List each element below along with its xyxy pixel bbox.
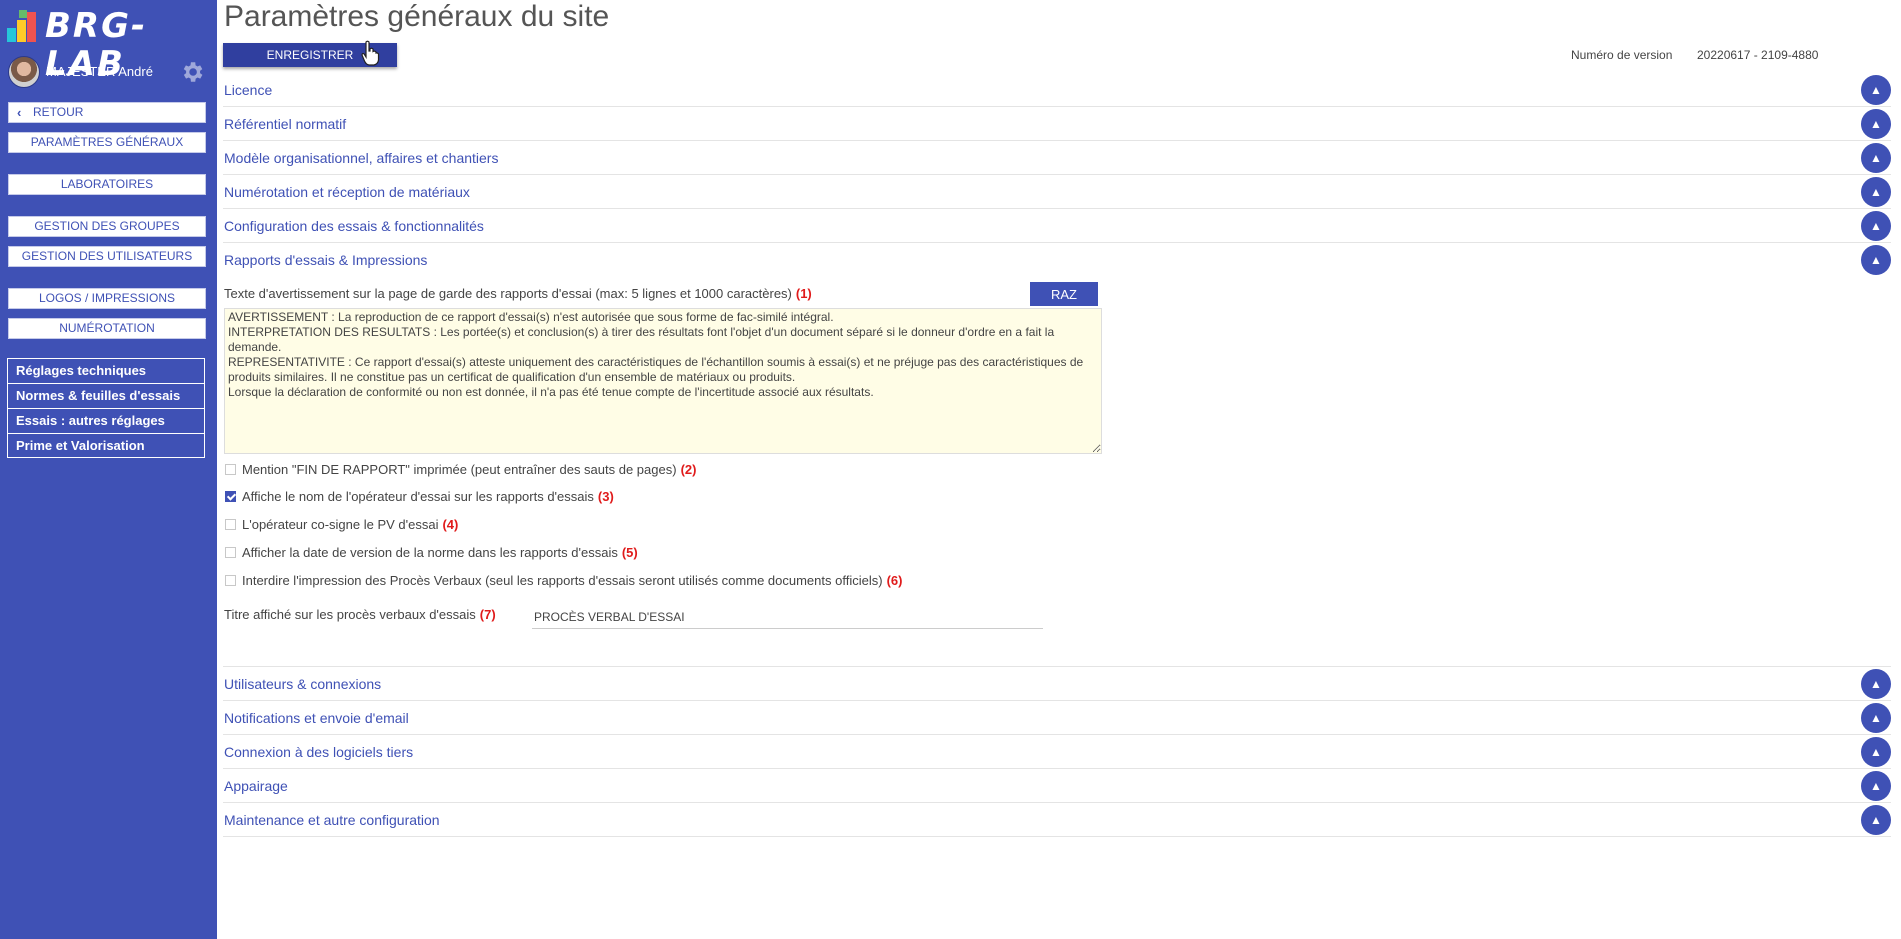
section-title: Notifications et envoie d'email (224, 710, 409, 726)
section-title: Utilisateurs & connexions (224, 676, 382, 692)
checkbox-row-cosigne-pv[interactable]: L'opérateur co-signe le PV d'essai (4) (225, 517, 458, 535)
user-profile[interactable]: MAJESTER André (8, 56, 208, 88)
expand-toggle-icon[interactable]: ▲ (1861, 737, 1891, 767)
checkbox-label: Mention "FIN DE RAPPORT" imprimée (peut … (242, 462, 677, 477)
checkbox-label: L'opérateur co-signe le PV d'essai (242, 517, 439, 532)
section-numerotation-reception[interactable]: Numérotation et réception de matériaux ▲ (223, 175, 1891, 209)
section-utilisateurs-connexions[interactable]: Utilisateurs & connexions ▲ (223, 667, 1891, 701)
collapse-toggle-icon[interactable]: ▲ (1861, 245, 1891, 275)
user-name: MAJESTER André (46, 64, 153, 79)
section-title: Référentiel normatif (224, 116, 347, 132)
section-rapports-impressions: Rapports d'essais & Impressions ▲ (223, 243, 1891, 667)
note-marker: (6) (886, 573, 903, 588)
sidebar-item-logos-impressions[interactable]: LOGOS / IMPRESSIONS (8, 288, 206, 309)
checkbox[interactable] (225, 575, 236, 587)
checkbox-label: Interdire l'impression des Procès Verbau… (242, 573, 883, 588)
section-referentiel-normatif[interactable]: Référentiel normatif ▲ (223, 107, 1891, 141)
section-logiciels-tiers[interactable]: Connexion à des logiciels tiers ▲ (223, 735, 1891, 769)
raz-button[interactable]: RAZ (1030, 282, 1098, 306)
logo: BRG-LAB (7, 6, 212, 83)
sidebar: BRG-LAB MAJESTER André ‹ RETOUR PARAMÈTR… (0, 0, 217, 939)
expand-toggle-icon[interactable]: ▲ (1861, 703, 1891, 733)
chevron-left-icon: ‹ (17, 105, 22, 120)
section-title[interactable]: Rapports d'essais & Impressions (224, 252, 427, 268)
expand-toggle-icon[interactable]: ▲ (1861, 75, 1891, 105)
note-marker: (3) (597, 489, 614, 504)
sidebar-item-reglages-techniques[interactable]: Réglages techniques (8, 359, 204, 384)
page-title: Paramètres généraux du site (224, 0, 610, 33)
section-title: Numérotation et réception de matériaux (224, 184, 470, 200)
checkbox-label: Afficher la date de version de la norme … (242, 545, 618, 560)
expand-toggle-icon[interactable]: ▲ (1861, 177, 1891, 207)
version-label: Numéro de version (1571, 48, 1673, 62)
note-marker: (4) (442, 517, 459, 532)
sidebar-item-prime-valorisation[interactable]: Prime et Valorisation (8, 434, 204, 459)
section-title: Modèle organisationnel, affaires et chan… (224, 150, 499, 166)
checkbox[interactable] (225, 547, 236, 559)
checkbox-row-date-version-norme[interactable]: Afficher la date de version de la norme … (225, 545, 638, 563)
note-marker: (7) (479, 607, 496, 622)
back-button[interactable]: ‹ RETOUR (8, 102, 206, 123)
section-notifications-email[interactable]: Notifications et envoie d'email ▲ (223, 701, 1891, 735)
hand-cursor-icon (361, 40, 380, 66)
warning-text-label: Texte d'avertissement sur la page de gar… (224, 286, 812, 301)
version-value: 20220617 - 2109-4880 (1697, 48, 1819, 62)
section-configuration-essais[interactable]: Configuration des essais & fonctionnalit… (223, 209, 1891, 243)
expand-toggle-icon[interactable]: ▲ (1861, 805, 1891, 835)
expand-toggle-icon[interactable]: ▲ (1861, 109, 1891, 139)
back-button-label: RETOUR (33, 105, 84, 119)
sidebar-item-essais-autres-reglages[interactable]: Essais : autres réglages (8, 409, 204, 434)
sidebar-item-parametres-generaux[interactable]: PARAMÈTRES GÉNÉRAUX (8, 132, 206, 153)
section-modele-organisationnel[interactable]: Modèle organisationnel, affaires et chan… (223, 141, 1891, 175)
checkbox-row-nom-operateur[interactable]: Affiche le nom de l'opérateur d'essai su… (225, 489, 614, 507)
sidebar-item-normes-feuilles[interactable]: Normes & feuilles d'essais (8, 384, 204, 409)
section-title: Configuration des essais & fonctionnalit… (224, 218, 484, 234)
checkbox-row-fin-de-rapport[interactable]: Mention "FIN DE RAPPORT" imprimée (peut … (225, 462, 696, 480)
sidebar-item-numerotation[interactable]: NUMÉROTATION (8, 318, 206, 339)
note-marker: (1) (795, 286, 812, 301)
sidebar-item-laboratoires[interactable]: LABORATOIRES (8, 174, 206, 195)
expand-toggle-icon[interactable]: ▲ (1861, 143, 1891, 173)
expand-toggle-icon[interactable]: ▲ (1861, 211, 1891, 241)
section-title: Maintenance et autre configuration (224, 812, 440, 828)
section-maintenance[interactable]: Maintenance et autre configuration ▲ (223, 803, 1891, 837)
note-marker: (5) (621, 545, 638, 560)
pv-title-label: Titre affiché sur les procès verbaux d'e… (224, 607, 496, 622)
section-title: Appairage (224, 778, 288, 794)
pv-title-input[interactable] (532, 606, 1043, 629)
logo-blocks-icon (7, 10, 43, 42)
avatar[interactable] (8, 56, 40, 88)
section-title: Connexion à des logiciels tiers (224, 744, 414, 760)
gear-icon[interactable] (179, 59, 205, 85)
section-licence[interactable]: Licence ▲ (223, 73, 1891, 107)
expand-toggle-icon[interactable]: ▲ (1861, 771, 1891, 801)
sidebar-item-gestion-groupes[interactable]: GESTION DES GROUPES (8, 216, 206, 237)
note-marker: (2) (680, 462, 697, 477)
checkbox[interactable] (225, 464, 236, 476)
checkbox-row-interdire-pv[interactable]: Interdire l'impression des Procès Verbau… (225, 573, 902, 591)
section-appairage[interactable]: Appairage ▲ (223, 769, 1891, 803)
sidebar-item-gestion-utilisateurs[interactable]: GESTION DES UTILISATEURS (8, 246, 206, 267)
expand-toggle-icon[interactable]: ▲ (1861, 669, 1891, 699)
section-title: Licence (224, 82, 273, 98)
checkbox-checked[interactable] (225, 491, 236, 503)
checkbox-label: Affiche le nom de l'opérateur d'essai su… (242, 489, 594, 504)
warning-textarea[interactable]: AVERTISSEMENT : La reproduction de ce ra… (224, 308, 1102, 454)
checkbox[interactable] (225, 519, 236, 531)
sidebar-settings-box: Réglages techniques Normes & feuilles d'… (7, 358, 205, 458)
